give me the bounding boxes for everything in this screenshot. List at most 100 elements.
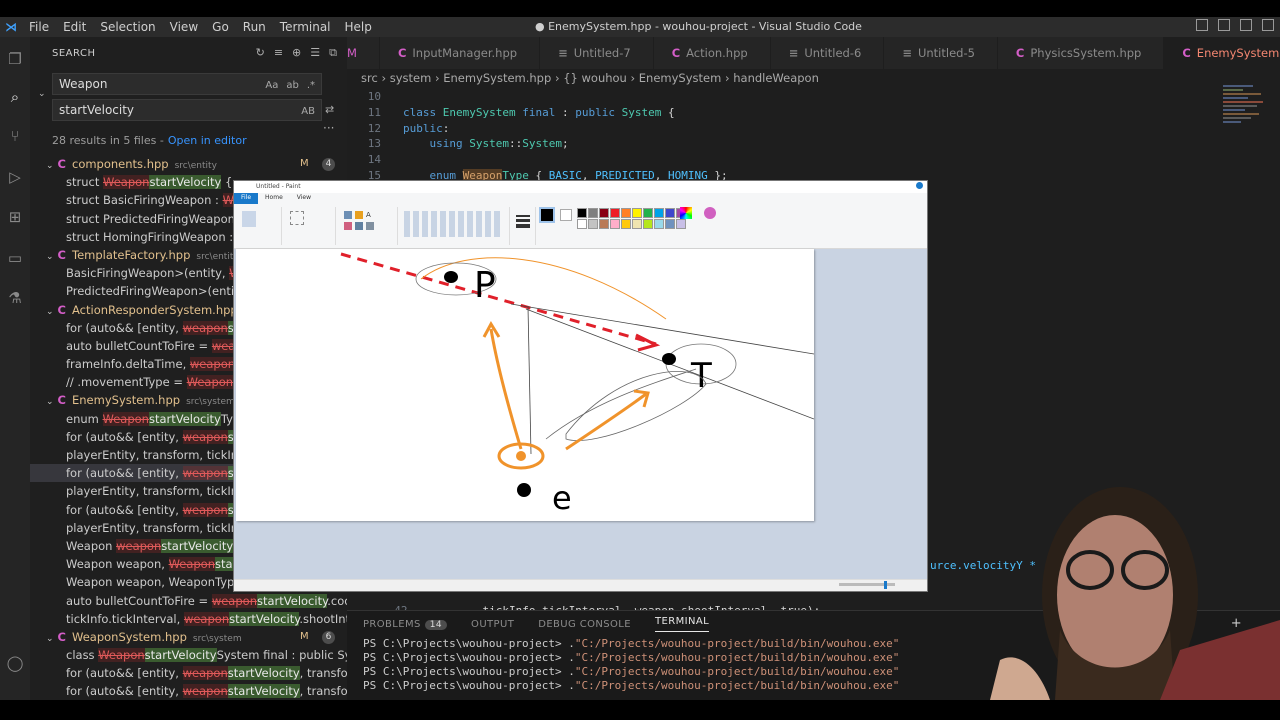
- editor-tab[interactable]: ≡ Untitled-5: [884, 37, 998, 69]
- edit-colors-icon[interactable]: [680, 207, 692, 219]
- palette-swatch[interactable]: [654, 219, 664, 229]
- extensions-icon[interactable]: ⊞: [6, 208, 24, 226]
- palette-swatch[interactable]: [599, 208, 609, 218]
- palette-swatch[interactable]: [665, 208, 675, 218]
- refresh-icon[interactable]: ↻: [256, 46, 265, 60]
- open-in-editor-link[interactable]: Open in editor: [168, 134, 247, 147]
- chevron-down-icon[interactable]: ⌄: [46, 397, 54, 407]
- palette-swatch[interactable]: [643, 208, 653, 218]
- result-file[interactable]: ⌄ C WeaponSystem.hpp src\system M 6: [30, 628, 347, 646]
- breadcrumb-item[interactable]: handleWeapon: [733, 71, 819, 85]
- result-file[interactable]: ⌄ Ccomponents.hpp src\entity M 4: [30, 155, 347, 173]
- zoom-thumb[interactable]: [884, 581, 887, 589]
- editor-tab[interactable]: C PhysicsSystem.hpp: [998, 37, 1165, 69]
- palette-swatch[interactable]: [665, 219, 675, 229]
- collapse-all-icon[interactable]: ⧉: [329, 46, 337, 60]
- clear-results-icon[interactable]: ≡: [274, 46, 283, 60]
- editor-tab[interactable]: ≡ Untitled-7: [540, 37, 654, 69]
- palette-swatch[interactable]: [621, 219, 631, 229]
- eraser-icon[interactable]: [344, 222, 352, 230]
- preserve-case-icon[interactable]: AB: [301, 102, 315, 122]
- menu-file[interactable]: File: [22, 20, 56, 34]
- select-icon[interactable]: [290, 211, 304, 225]
- paint-tab-view[interactable]: View: [290, 193, 318, 204]
- toggle-secondary-sidebar-icon[interactable]: [1240, 19, 1252, 31]
- account-icon[interactable]: ◯: [6, 654, 24, 672]
- chevron-down-icon[interactable]: ⌄: [46, 307, 54, 317]
- palette-swatch[interactable]: [676, 219, 686, 229]
- code-view[interactable]: 10 11 class EnemySystem final : public Sys…: [347, 89, 1227, 184]
- toggle-panel-icon[interactable]: [1218, 19, 1230, 31]
- palette-swatch[interactable]: [632, 219, 642, 229]
- replace-input[interactable]: startVelocity AB: [52, 99, 322, 121]
- regex-icon[interactable]: .*: [307, 76, 315, 96]
- chevron-down-icon[interactable]: ⌄: [46, 634, 54, 644]
- paint-window[interactable]: Untitled - Paint File Home View A P T e: [233, 180, 928, 592]
- toggle-replace-chevron-icon[interactable]: ⌄: [38, 89, 46, 99]
- palette-swatch[interactable]: [610, 219, 620, 229]
- breadcrumb-item[interactable]: EnemySystem.hpp: [443, 71, 551, 85]
- palette-swatch[interactable]: [577, 208, 587, 218]
- menu-view[interactable]: View: [163, 20, 205, 34]
- source-control-icon[interactable]: ⑂: [6, 127, 24, 145]
- customize-layout-icon[interactable]: [1262, 19, 1274, 31]
- view-as-tree-icon[interactable]: ☰: [310, 46, 320, 60]
- menu-edit[interactable]: Edit: [56, 20, 93, 34]
- text-icon[interactable]: A: [366, 211, 374, 219]
- breadcrumb-item[interactable]: src: [361, 71, 378, 85]
- replace-all-icon[interactable]: ⇄: [325, 103, 334, 116]
- palette-swatch[interactable]: [632, 208, 642, 218]
- run-debug-icon[interactable]: ▷: [6, 168, 24, 186]
- result-match[interactable]: tickInfo.tickInterval, weaponstartVeloci…: [30, 610, 347, 628]
- editor-tab[interactable]: C Action.hpp: [654, 37, 771, 69]
- minimap[interactable]: [1223, 85, 1268, 185]
- palette-swatch[interactable]: [588, 219, 598, 229]
- tab-debug-console[interactable]: DEBUG CONSOLE: [538, 619, 631, 630]
- match-case-icon[interactable]: Aa: [265, 76, 278, 96]
- tab-output[interactable]: OUTPUT: [471, 619, 514, 630]
- search-input[interactable]: Weapon Aa ab .*: [52, 73, 322, 95]
- editor-tab[interactable]: C InputManager.hpp: [380, 37, 541, 69]
- search-icon[interactable]: ⌕: [6, 88, 24, 106]
- breadcrumb-item[interactable]: EnemySystem: [639, 71, 722, 85]
- palette-swatch[interactable]: [588, 208, 598, 218]
- menu-run[interactable]: Run: [236, 20, 273, 34]
- breadcrumb-item[interactable]: system: [390, 71, 432, 85]
- paint-tab-file[interactable]: File: [234, 193, 259, 204]
- pencil-icon[interactable]: [344, 211, 352, 219]
- tab-terminal[interactable]: TERMINAL: [655, 616, 710, 632]
- result-match[interactable]: for (auto&& [entity, weaponstartVelocity…: [30, 664, 347, 682]
- chevron-down-icon[interactable]: ⌄: [46, 252, 54, 262]
- palette-swatch[interactable]: [643, 219, 653, 229]
- color2-swatch[interactable]: [560, 209, 572, 221]
- breadcrumb-item[interactable]: {} wouhou: [563, 71, 627, 85]
- editor-tab[interactable]: CEnemySystem.hpp 4, U ●: [1164, 37, 1280, 69]
- paint-tab-home[interactable]: Home: [258, 193, 290, 204]
- toggle-sidebar-icon[interactable]: [1196, 19, 1208, 31]
- palette-swatch[interactable]: [610, 208, 620, 218]
- tab-problems[interactable]: PROBLEMS 14: [363, 619, 448, 630]
- palette-swatch[interactable]: [621, 208, 631, 218]
- paint-help-icon[interactable]: [916, 182, 923, 189]
- paint-canvas[interactable]: P T e: [236, 249, 815, 521]
- result-match[interactable]: class WeaponstartVelocitySystem final : …: [30, 646, 347, 664]
- testing-icon[interactable]: ⚗: [6, 289, 24, 307]
- magnifier-icon[interactable]: [366, 222, 374, 230]
- color-picker-icon[interactable]: [355, 222, 363, 230]
- remote-explorer-icon[interactable]: ▭: [6, 249, 24, 267]
- match-whole-word-icon[interactable]: ab: [286, 76, 298, 96]
- menu-go[interactable]: Go: [205, 20, 236, 34]
- editor-tab[interactable]: M: [347, 37, 380, 69]
- result-match[interactable]: for (auto&& [entity, weaponstartVelocity…: [30, 682, 347, 700]
- new-search-editor-icon[interactable]: ⊕: [292, 46, 301, 60]
- fill-icon[interactable]: [355, 211, 363, 219]
- paint3d-icon[interactable]: [704, 207, 716, 219]
- files-icon[interactable]: ❐: [6, 50, 24, 68]
- palette-swatch[interactable]: [577, 219, 587, 229]
- paste-icon[interactable]: [242, 211, 256, 227]
- menu-selection[interactable]: Selection: [93, 20, 162, 34]
- result-match[interactable]: auto bulletCountToFire = weaponstartVelo…: [30, 592, 347, 610]
- editor-tab[interactable]: ≡ Untitled-6: [771, 37, 885, 69]
- palette-swatch[interactable]: [599, 219, 609, 229]
- shapes-gallery[interactable]: [404, 211, 500, 237]
